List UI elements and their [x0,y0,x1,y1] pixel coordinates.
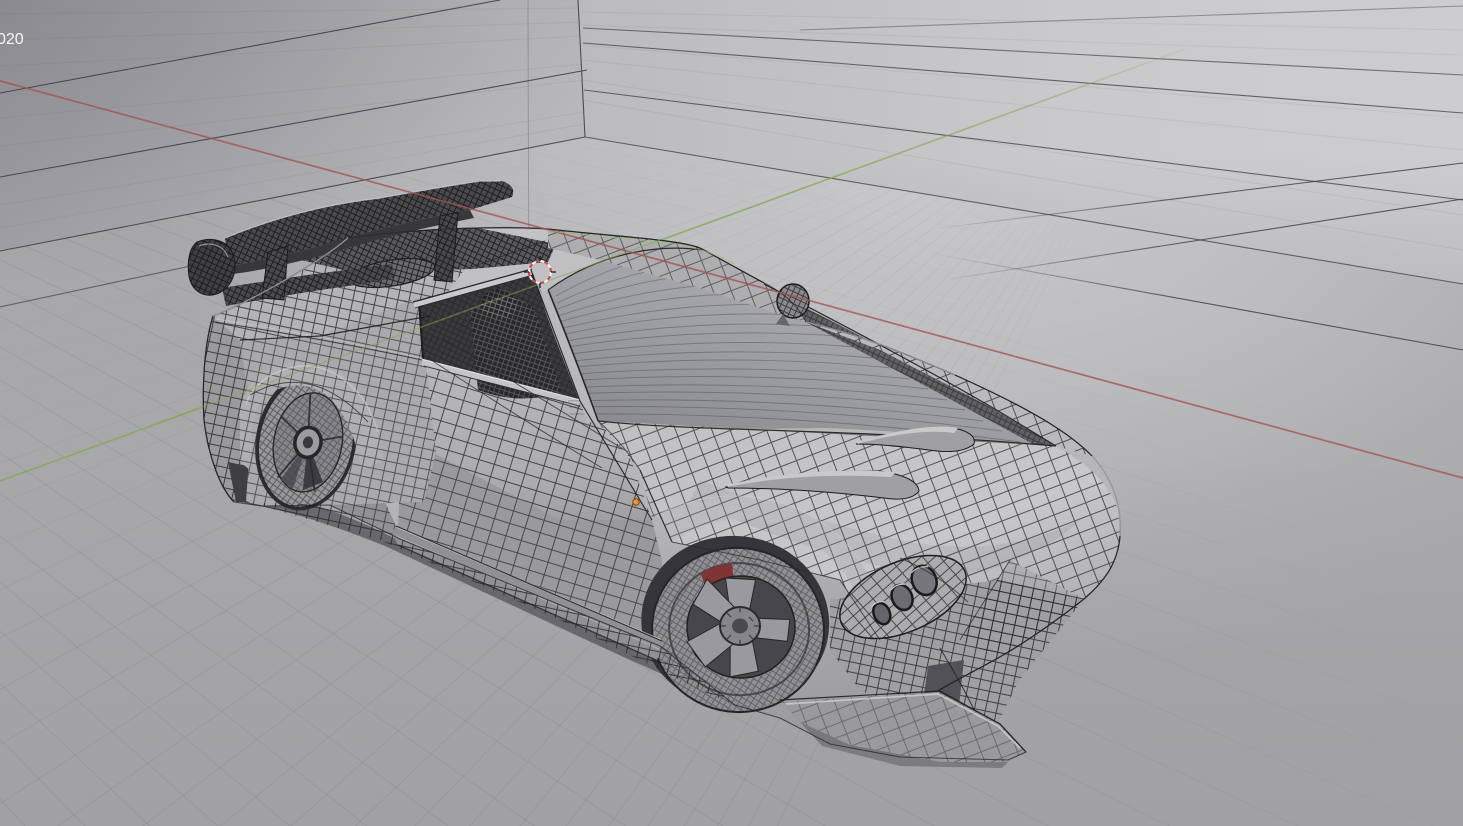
svg-text:020: 020 [0,31,24,48]
